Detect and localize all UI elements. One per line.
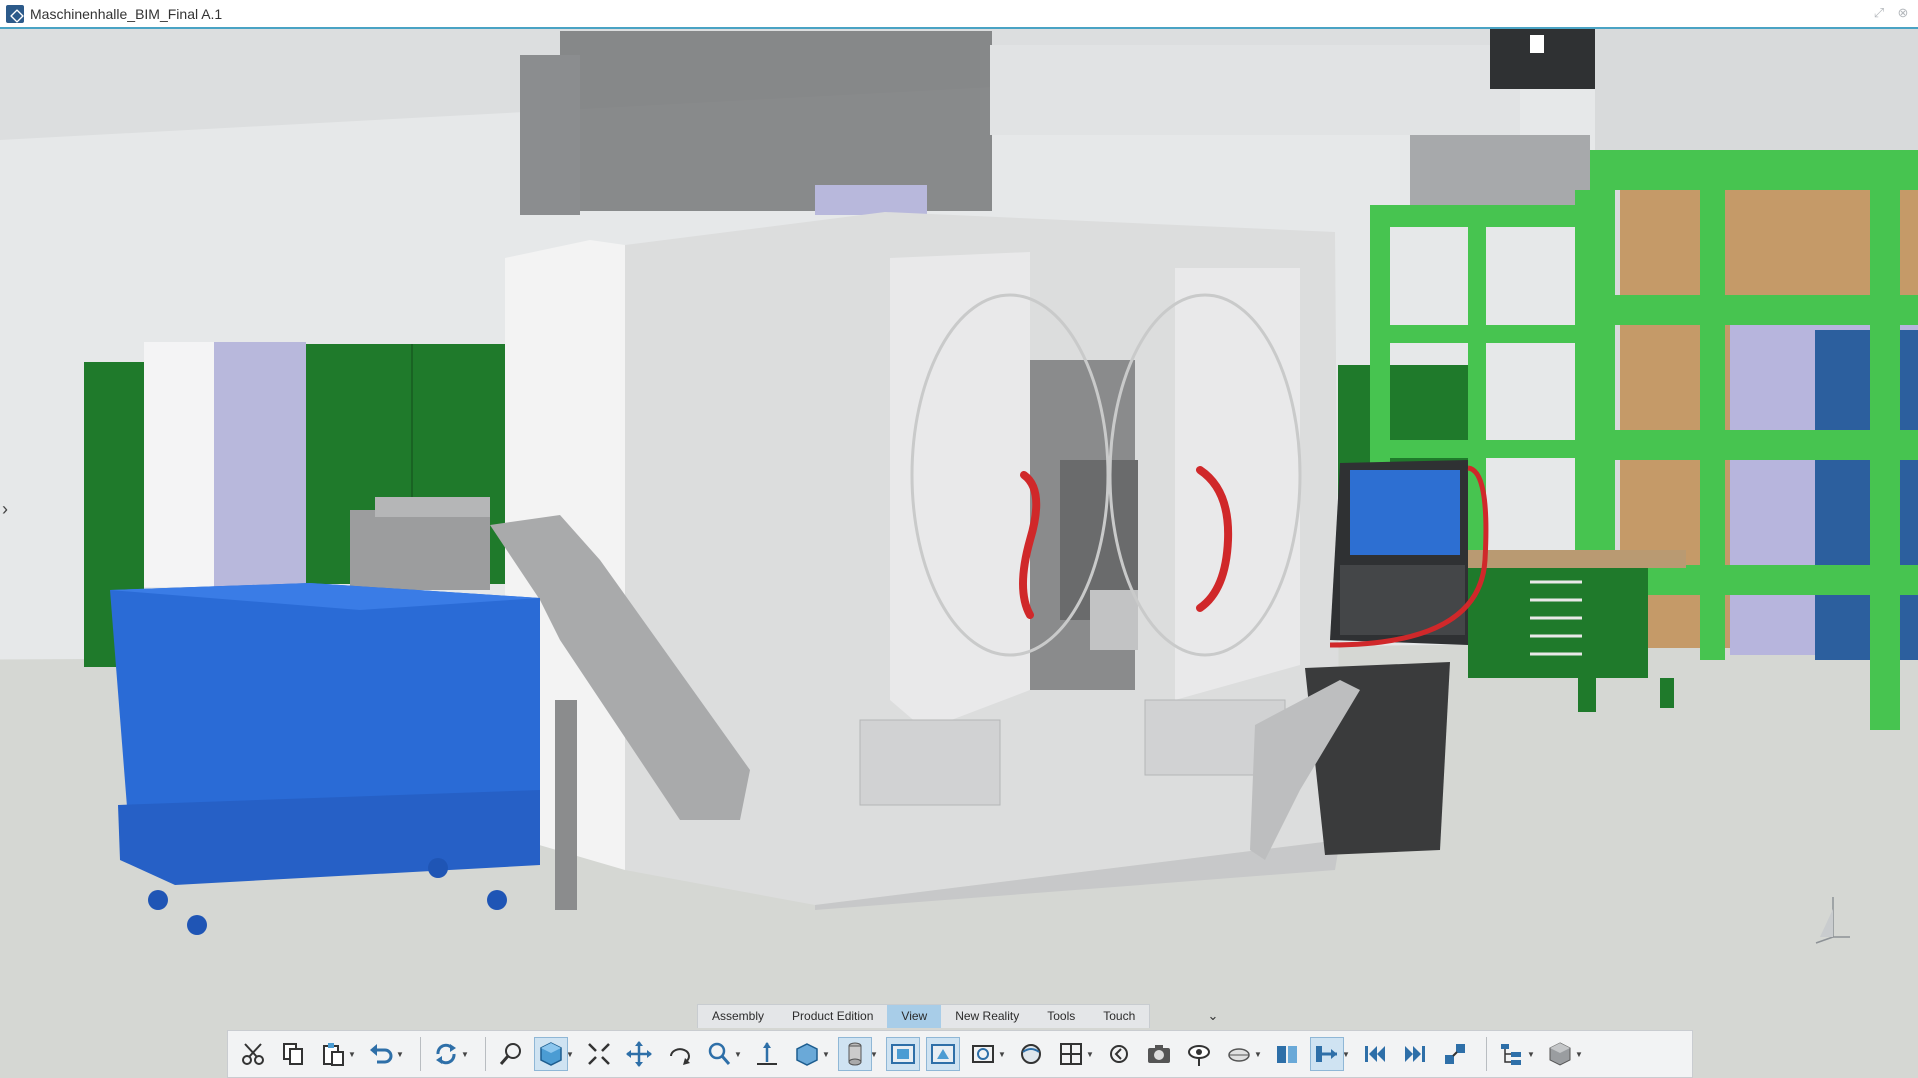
copy-button[interactable]: [276, 1037, 310, 1071]
fit-all-button[interactable]: [582, 1037, 616, 1071]
app-logo-icon: [6, 4, 24, 23]
fly-icon: [1228, 1048, 1250, 1062]
navigation-mode-icon: [1316, 1046, 1337, 1062]
fit-all-icon: [588, 1043, 610, 1065]
camera-icon: [1148, 1045, 1170, 1063]
first-frame-button[interactable]: [1358, 1037, 1392, 1071]
lighting-icon: [1021, 1044, 1041, 1064]
normal-view-icon: [757, 1042, 777, 1065]
command-tab-bar: Assembly Product Edition View New Realit…: [697, 1004, 1151, 1028]
update-button[interactable]: [429, 1037, 463, 1071]
cut-icon: [242, 1043, 264, 1065]
3d-scene: [0, 29, 1918, 1078]
render-button[interactable]: [966, 1037, 1000, 1071]
paste-icon: [323, 1043, 344, 1066]
window-title: Maschinenhalle_BIM_Final A.1: [30, 5, 223, 22]
zoom-button[interactable]: [702, 1037, 736, 1071]
tree-icon: [1501, 1044, 1521, 1065]
product-icon: [1549, 1042, 1571, 1066]
explode-icon: [1445, 1044, 1465, 1064]
lighting-button[interactable]: [1014, 1037, 1048, 1071]
explode-button[interactable]: [1438, 1037, 1472, 1071]
walk-icon: [1277, 1046, 1297, 1063]
toolbar-separator: [1486, 1037, 1487, 1071]
side-panel-expander-icon[interactable]: ›: [2, 499, 16, 529]
tab-assembly[interactable]: Assembly: [698, 1005, 778, 1028]
window-controls: ⤢ ⊗: [1872, 6, 1910, 20]
tree-button[interactable]: [1495, 1037, 1529, 1071]
multi-view-icon: [1060, 1043, 1082, 1065]
tab-tools[interactable]: Tools: [1033, 1005, 1089, 1028]
application-window: Maschinenhalle_BIM_Final A.1 ⤢ ⊗ › Assem…: [0, 0, 1918, 1078]
update-icon: [436, 1043, 456, 1065]
navigation-mode-button[interactable]: [1310, 1037, 1344, 1071]
shading-button[interactable]: [886, 1037, 920, 1071]
tab-new-reality[interactable]: New Reality: [941, 1005, 1033, 1028]
look-at-icon: [1188, 1045, 1210, 1066]
zoom-fit-icon: [499, 1043, 521, 1065]
tab-view[interactable]: View: [887, 1005, 942, 1028]
chevron-down-icon[interactable]: ⌄: [1204, 1007, 1222, 1025]
copy-icon: [283, 1043, 303, 1065]
title-bar: Maschinenhalle_BIM_Final A.1 ⤢ ⊗: [0, 0, 1918, 29]
toolbar-separator: [420, 1037, 421, 1071]
first-frame-icon: [1365, 1046, 1385, 1062]
cylinder-button[interactable]: [838, 1037, 872, 1071]
look-at-button[interactable]: [1182, 1037, 1216, 1071]
previous-icon: [1110, 1045, 1128, 1063]
camera-button[interactable]: [1142, 1037, 1176, 1071]
previous-button[interactable]: [1102, 1037, 1136, 1071]
tab-touch[interactable]: Touch: [1089, 1005, 1149, 1028]
multi-view-button[interactable]: [1054, 1037, 1088, 1071]
fly-button[interactable]: [1222, 1037, 1256, 1071]
cylinder-icon: [848, 1042, 862, 1066]
iso-view-button[interactable]: [790, 1037, 824, 1071]
render-icon: [972, 1045, 994, 1063]
undo-icon: [370, 1044, 393, 1064]
undo-button[interactable]: [364, 1037, 398, 1071]
pan-icon: [626, 1041, 652, 1067]
cut-button[interactable]: [236, 1037, 270, 1071]
shading-icon: [891, 1044, 915, 1064]
normal-view-button[interactable]: [750, 1037, 784, 1071]
rotate-icon: [670, 1048, 690, 1065]
walk-button[interactable]: [1270, 1037, 1304, 1071]
shading-edges-button[interactable]: [926, 1037, 960, 1071]
rotate-button[interactable]: [662, 1037, 696, 1071]
paste-button[interactable]: [316, 1037, 350, 1071]
3d-viewport[interactable]: ›: [0, 29, 1918, 1078]
pan-button[interactable]: [622, 1037, 656, 1071]
tab-product-edition[interactable]: Product Edition: [778, 1005, 887, 1028]
iso-view-icon: [796, 1043, 818, 1066]
shading-edges-icon: [931, 1044, 955, 1064]
view-cube-button[interactable]: [534, 1037, 568, 1071]
maximize-icon[interactable]: ⤢: [1872, 6, 1886, 20]
product-button[interactable]: [1543, 1037, 1577, 1071]
axis-triad-icon[interactable]: [1808, 887, 1858, 947]
last-frame-icon: [1405, 1046, 1425, 1062]
zoom-fit-button[interactable]: [494, 1037, 528, 1071]
last-frame-button[interactable]: [1398, 1037, 1432, 1071]
close-icon[interactable]: ⊗: [1896, 6, 1910, 20]
toolbar-separator: [485, 1037, 486, 1071]
view-cube-icon: [540, 1042, 562, 1066]
view-toolbar: ▼ ▼ ▼ ▼ ▼ ▼ ▼ ▼ ▼ ▼ ▼ ▼ ▼: [227, 1030, 1693, 1078]
zoom-icon: [708, 1042, 731, 1065]
